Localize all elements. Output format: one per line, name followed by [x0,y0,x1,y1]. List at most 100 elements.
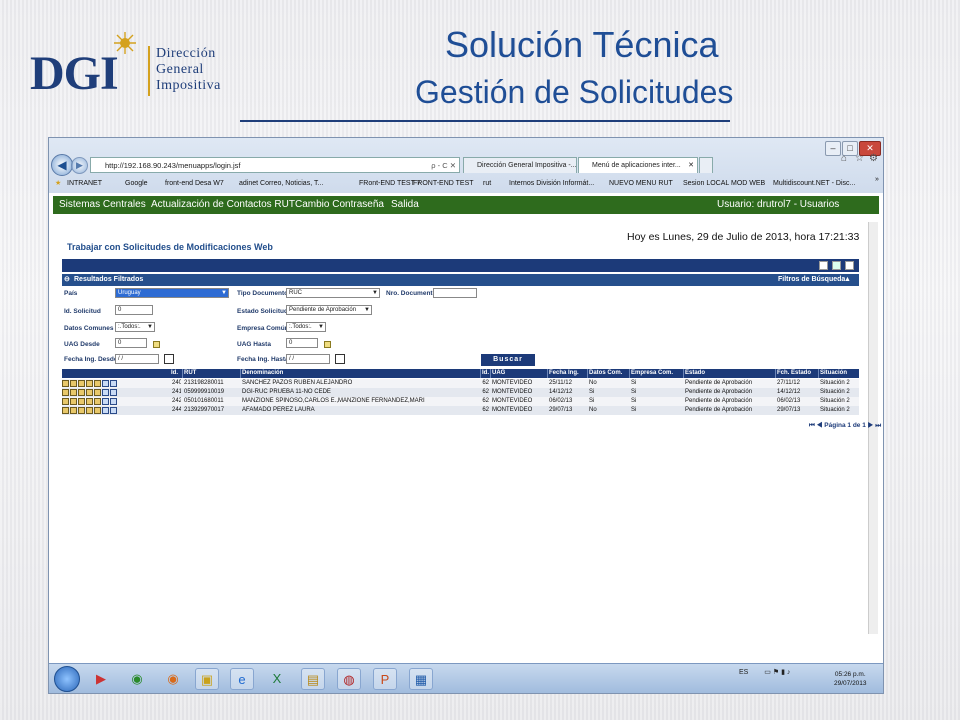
gear-icon[interactable]: ⚙ [869,154,879,164]
reject-icon[interactable] [86,389,93,396]
filters-toggle-icon[interactable]: ▲ [844,274,851,286]
minimize-button[interactable]: – [825,141,841,156]
uag-hasta-lookup-icon[interactable] [324,341,331,348]
language-indicator[interactable]: ES [739,669,748,676]
chrome-icon[interactable]: ◉ [125,668,149,690]
mail-icon[interactable] [102,398,109,405]
history-icon[interactable] [94,389,101,396]
uag-desde-input[interactable]: 0 [115,338,147,348]
table-row[interactable]: 2444213929970017 AFAMADO PEREZ LAURA 62MON… [62,406,859,415]
col-header[interactable]: Estado [683,369,775,378]
ie-icon[interactable]: e [230,668,254,690]
col-header[interactable]: Datos Com. [587,369,629,378]
col-header[interactable]: RUT [182,369,240,378]
edit-icon[interactable] [62,407,69,414]
datos-comunes-select[interactable]: :.Todos:. ▼ [115,322,155,332]
approve-icon[interactable] [78,380,85,387]
favorites-star-icon[interactable]: ★ [55,177,61,191]
fav-item[interactable]: rut [483,177,491,191]
fav-item[interactable]: Multidiscount.NET - Disc... [773,177,855,191]
address-controls[interactable]: ρ - C ✕ [431,158,456,174]
estado-select[interactable]: Pendiente de Aprobación ▼ [286,305,372,315]
prev-page-icon[interactable]: ◀ [817,422,823,429]
image-icon[interactable] [110,398,117,405]
fav-item[interactable]: Internos División Informát... [509,177,594,191]
last-page-icon[interactable]: ⏭ [875,422,881,429]
mail-icon[interactable] [102,389,109,396]
table-row[interactable]: 2417059999910019 DGI-RUC PRUEBA 11-NO CED… [62,388,859,397]
view-icon[interactable] [70,380,77,387]
menu-item[interactable]: Cambio Contraseña [295,196,384,214]
edit-icon[interactable] [62,380,69,387]
notes-icon[interactable]: ▣ [195,668,219,690]
approve-icon[interactable] [78,398,85,405]
view-icon[interactable] [70,389,77,396]
remote-icon[interactable]: ▦ [409,668,433,690]
reject-icon[interactable] [86,398,93,405]
history-icon[interactable] [94,380,101,387]
mail-icon[interactable] [102,380,109,387]
firefox-icon[interactable]: ◉ [161,668,185,690]
nro-doc-input[interactable] [433,288,477,298]
fav-item[interactable]: front-end Desa W7 [165,177,224,191]
edit-icon[interactable] [62,398,69,405]
view-icon[interactable] [70,407,77,414]
home-icon[interactable]: ⌂ [841,154,851,164]
excel-icon[interactable] [832,261,841,270]
first-page-icon[interactable]: ⏮ [809,422,815,429]
approve-icon[interactable] [78,407,85,414]
col-header[interactable]: Id. [170,369,182,378]
uag-desde-lookup-icon[interactable] [153,341,160,348]
folder-icon[interactable]: ▤ [301,668,325,690]
tab-dgi[interactable]: Dirección General Impositiva -... [463,157,577,173]
fecha-hasta-input[interactable]: / / [286,354,330,364]
fav-item[interactable]: NUEVO MENU RUT [609,177,673,191]
tray-icons[interactable]: ▭ ⚑ ▮ ♪ [764,669,790,676]
col-header[interactable]: Fecha Ing. [547,369,587,378]
print-icon[interactable] [819,261,828,270]
fav-item[interactable]: FRONT-END TEST [413,177,474,191]
id-solicitud-input[interactable]: 0 [115,305,153,315]
fav-item[interactable]: FRont-END TEST 7 [359,177,421,191]
tab-close-icon[interactable]: ✕ [688,158,694,173]
image-icon[interactable] [110,380,117,387]
mail-icon[interactable] [102,407,109,414]
uag-hasta-input[interactable]: 0 [286,338,318,348]
refresh-icon[interactable] [845,261,854,270]
next-page-icon[interactable]: ▶ [868,422,874,429]
fav-item[interactable]: Sesion LOCAL MOD WEB [683,177,765,191]
view-icon[interactable] [70,398,77,405]
powerpoint-icon[interactable]: P [373,668,397,690]
forward-button[interactable]: ▶ [71,157,88,174]
empresa-comun-select[interactable]: :.Todos:. ▼ [286,322,326,332]
fav-item[interactable]: INTRANET [67,177,102,191]
address-bar[interactable]: http://192.168.90.243/menuapps/login.jsf… [90,157,460,173]
history-icon[interactable] [94,398,101,405]
clock[interactable]: 05:26 p.m. 29/07/2013 [834,670,867,688]
tab-menu-aplicaciones[interactable]: Menú de aplicaciones inter... ✕ [578,157,698,173]
menu-item[interactable]: Salida [391,196,419,214]
filters-header[interactable]: Filtros de Búsqueda [778,274,845,286]
edit-icon[interactable] [62,389,69,396]
image-icon[interactable] [110,407,117,414]
calendar-icon[interactable] [164,354,174,364]
fav-item[interactable]: adinet Correo, Noticias, T... [239,177,323,191]
approve-icon[interactable] [78,389,85,396]
col-header[interactable]: Fch. Estado [775,369,818,378]
menu-item[interactable]: Sistemas Centrales [59,196,146,214]
menu-item[interactable]: Actualización de Contactos RUT [151,196,295,214]
history-icon[interactable] [94,407,101,414]
reject-icon[interactable] [86,380,93,387]
reject-icon[interactable] [86,407,93,414]
col-header[interactable]: UAG [490,369,547,378]
col-header[interactable]: Id. [480,369,490,378]
image-icon[interactable] [110,389,117,396]
excel-app-icon[interactable]: X [265,668,289,690]
fav-item[interactable]: Google [125,177,148,191]
buscar-button[interactable]: Buscar [481,354,535,366]
col-header[interactable]: Denominación [240,369,480,378]
favorites-more-icon[interactable]: » [875,173,879,187]
star-icon[interactable]: ☆ [855,154,865,164]
tipo-doc-select[interactable]: RUC ▼ [286,288,380,298]
collapse-icon[interactable]: ⊖ [64,274,70,286]
